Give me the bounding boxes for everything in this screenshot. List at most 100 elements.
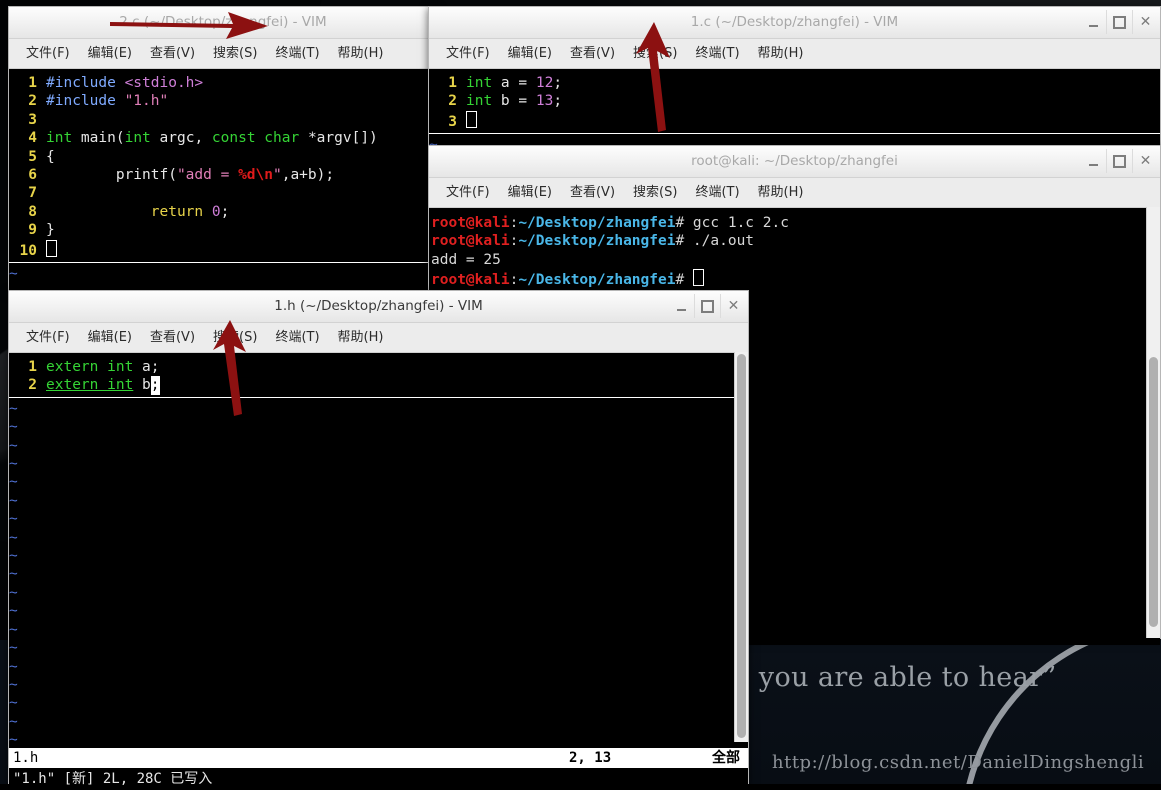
menu-help[interactable]: 帮助(H) bbox=[329, 39, 393, 68]
editor-line: 3 bbox=[429, 110, 1160, 131]
menu-edit[interactable]: 编辑(E) bbox=[79, 323, 141, 352]
code-token: a; bbox=[133, 359, 160, 375]
menu-edit[interactable]: 编辑(E) bbox=[79, 39, 141, 68]
menu-edit[interactable]: 编辑(E) bbox=[499, 178, 561, 207]
minimize-icon-1h[interactable] bbox=[669, 294, 694, 318]
editor-line: 10 bbox=[9, 239, 437, 260]
editor-line: 7 bbox=[9, 184, 437, 202]
text-cursor: ; bbox=[150, 376, 160, 395]
menu-help[interactable]: 帮助(H) bbox=[749, 178, 813, 207]
menubar-terminal[interactable]: 文件(F) 编辑(E) 查看(V) 搜索(S) 终端(T) 帮助(H) bbox=[429, 178, 1160, 208]
titlebar-1h[interactable]: 1.h (~/Desktop/zhangfei) - VIM ✕ bbox=[9, 291, 748, 323]
code-token: ; bbox=[553, 93, 563, 110]
code-token: { bbox=[46, 148, 55, 165]
editor-scrollbar-thumb-1h[interactable] bbox=[737, 354, 746, 738]
menubar-1c[interactable]: 文件(F) 编辑(E) 查看(V) 搜索(S) 终端(T) 帮助(H) bbox=[429, 39, 1160, 69]
code-token: ; bbox=[553, 75, 563, 91]
menu-search[interactable]: 搜索(S) bbox=[624, 178, 686, 207]
code-token: int bbox=[466, 93, 493, 110]
menu-view[interactable]: 查看(V) bbox=[141, 323, 204, 352]
close-icon-1c[interactable]: ✕ bbox=[1132, 10, 1158, 34]
menubar-2c[interactable]: 文件(F) 编辑(E) 查看(V) 搜索(S) 终端(T) 帮助(H) bbox=[9, 39, 437, 69]
menu-file[interactable]: 文件(F) bbox=[17, 323, 79, 352]
menu-view[interactable]: 查看(V) bbox=[561, 178, 624, 207]
line-number: 9 bbox=[28, 222, 37, 239]
editor-line: 1 #include <stdio.h> bbox=[9, 74, 437, 92]
editor-rule bbox=[429, 133, 1160, 135]
code-token: #include bbox=[46, 93, 125, 110]
close-icon-terminal[interactable]: ✕ bbox=[1132, 149, 1158, 173]
line-number: 3 bbox=[448, 113, 457, 130]
text-cursor bbox=[46, 239, 57, 257]
minimize-icon-terminal[interactable] bbox=[1081, 149, 1106, 173]
titlebar-1c[interactable]: 1.c (~/Desktop/zhangfei) - VIM ✕ bbox=[429, 7, 1160, 39]
menu-terminal[interactable]: 终端(T) bbox=[686, 178, 748, 207]
code-token: " bbox=[272, 167, 282, 184]
terminal-scrollbar[interactable] bbox=[1146, 207, 1160, 638]
editor-rule bbox=[9, 262, 437, 264]
editor-line: 8 return 0; bbox=[9, 203, 437, 221]
menu-search[interactable]: 搜索(S) bbox=[204, 323, 266, 352]
code-token: int bbox=[124, 130, 151, 147]
titlebar-2c[interactable]: 2.c (~/Desktop/zhangfei) - VIM bbox=[9, 7, 437, 39]
menubar-1h[interactable]: 文件(F) 编辑(E) 查看(V) 搜索(S) 终端(T) 帮助(H) bbox=[9, 323, 748, 353]
menu-search[interactable]: 搜索(S) bbox=[204, 39, 266, 68]
window-controls-terminal[interactable]: ✕ bbox=[1081, 149, 1158, 173]
editor-body-2c[interactable]: 1 #include <stdio.h> 2 #include "1.h" 3 4 int … bbox=[9, 69, 437, 298]
editor-empty-line-marker: ~ bbox=[9, 266, 18, 283]
code-token: argc, bbox=[150, 130, 212, 147]
code-token: ; bbox=[220, 203, 230, 220]
menu-view[interactable]: 查看(V) bbox=[561, 39, 624, 68]
menu-file[interactable]: 文件(F) bbox=[17, 39, 79, 68]
menu-file[interactable]: 文件(F) bbox=[437, 178, 499, 207]
code-token: const char bbox=[211, 130, 300, 147]
menu-terminal[interactable]: 终端(T) bbox=[686, 39, 748, 68]
code-token: int bbox=[46, 130, 73, 147]
editor-empty-line-marker: ~ bbox=[9, 676, 18, 693]
close-icon-1h[interactable]: ✕ bbox=[720, 294, 746, 318]
window-title-terminal: root@kali: ~/Desktop/zhangfei bbox=[691, 153, 898, 169]
editor-line: 2 #include "1.h" bbox=[9, 92, 437, 110]
menu-search[interactable]: 搜索(S) bbox=[624, 39, 686, 68]
editor-line: 2 extern int b; bbox=[9, 376, 748, 395]
vim-message-line-1h: "1.h" [新] 2L, 28C 已写入 bbox=[9, 768, 748, 790]
window-1c[interactable]: 1.c (~/Desktop/zhangfei) - VIM ✕ 文件(F) 编… bbox=[428, 6, 1161, 158]
window-2c[interactable]: 2.c (~/Desktop/zhangfei) - VIM 文件(F) 编辑(… bbox=[8, 6, 438, 298]
menu-file[interactable]: 文件(F) bbox=[437, 39, 499, 68]
menu-edit[interactable]: 编辑(E) bbox=[499, 39, 561, 68]
window-controls-1c[interactable]: ✕ bbox=[1081, 10, 1158, 34]
editor-empty-line-marker: ~ bbox=[9, 474, 18, 491]
titlebar-terminal[interactable]: root@kali: ~/Desktop/zhangfei ✕ bbox=[429, 146, 1160, 178]
editor-rule bbox=[9, 396, 748, 398]
editor-scrollbar-1h[interactable] bbox=[734, 352, 748, 742]
maximize-icon-1h[interactable] bbox=[694, 294, 720, 318]
maximize-icon-1c[interactable] bbox=[1106, 10, 1132, 34]
code-token: %d\n bbox=[238, 167, 273, 184]
menu-terminal[interactable]: 终端(T) bbox=[266, 39, 328, 68]
window-title-1c: 1.c (~/Desktop/zhangfei) - VIM bbox=[690, 14, 899, 30]
line-number: 8 bbox=[28, 203, 37, 220]
maximize-icon-terminal[interactable] bbox=[1106, 149, 1132, 173]
prompt-path: ~/Desktop/zhangfei bbox=[518, 233, 676, 250]
window-title-2c: 2.c (~/Desktop/zhangfei) - VIM bbox=[119, 14, 327, 30]
code-token: return bbox=[150, 203, 204, 220]
code-token: "add = bbox=[176, 167, 239, 184]
editor-body-1h[interactable]: 1 extern int a; 2 extern int b; ~ ~ ~ ~ ~ ~ ~ ~ ~ ~ ~ ~… bbox=[9, 353, 748, 748]
terminal-line: root@kali:~/Desktop/zhangfei# bbox=[431, 269, 1160, 289]
line-number: 6 bbox=[28, 167, 37, 184]
code-token: b bbox=[133, 377, 151, 394]
code-token: b = bbox=[492, 93, 536, 110]
prompt-at: @ bbox=[465, 215, 475, 231]
menu-help[interactable]: 帮助(H) bbox=[329, 323, 393, 352]
window-1h[interactable]: 1.h (~/Desktop/zhangfei) - VIM ✕ 文件(F) 编… bbox=[8, 290, 749, 790]
editor-empty-line-marker: ~ bbox=[9, 511, 18, 528]
terminal-scrollbar-thumb[interactable] bbox=[1149, 357, 1158, 627]
minimize-icon-1c[interactable] bbox=[1081, 10, 1106, 34]
prompt-path: ~/Desktop/zhangfei bbox=[518, 272, 676, 289]
menu-view[interactable]: 查看(V) bbox=[141, 39, 204, 68]
menu-terminal[interactable]: 终端(T) bbox=[266, 323, 328, 352]
menu-help[interactable]: 帮助(H) bbox=[749, 39, 813, 68]
window-controls-1h[interactable]: ✕ bbox=[669, 294, 746, 318]
prompt-colon: : bbox=[509, 233, 519, 250]
